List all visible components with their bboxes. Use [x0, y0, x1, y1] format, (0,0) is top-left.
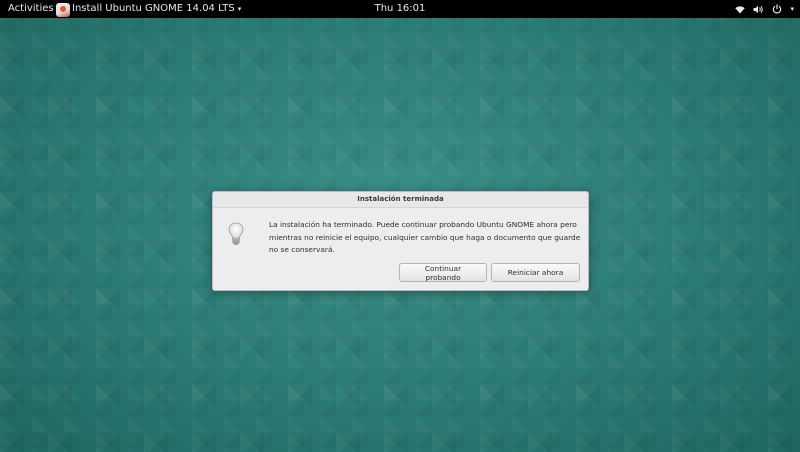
wifi-icon: [735, 0, 746, 18]
lightbulb-icon: [227, 222, 245, 248]
restart-now-button[interactable]: Reiniciar ahora: [491, 263, 580, 282]
dialog-title: Instalación terminada: [213, 192, 588, 208]
installation-complete-dialog: Instalación terminada La instalación ha …: [212, 191, 589, 291]
desktop-background: Activities Install Ubuntu GNOME 14.04 LT…: [0, 0, 800, 452]
power-icon: [772, 0, 782, 18]
chevron-down-icon: ▾: [790, 5, 794, 13]
clock: Thu 16:01: [0, 0, 800, 18]
dialog-message: La instalación ha terminado. Puede conti…: [269, 220, 581, 254]
system-status-menu[interactable]: ▾: [735, 0, 794, 18]
volume-icon: [753, 0, 764, 18]
clock-label[interactable]: Thu 16:01: [375, 0, 426, 18]
continue-testing-button[interactable]: Continuar probando: [399, 263, 487, 282]
top-bar: Activities Install Ubuntu GNOME 14.04 LT…: [0, 0, 800, 18]
dialog-button-row: Continuar probando Reiniciar ahora: [399, 263, 580, 282]
